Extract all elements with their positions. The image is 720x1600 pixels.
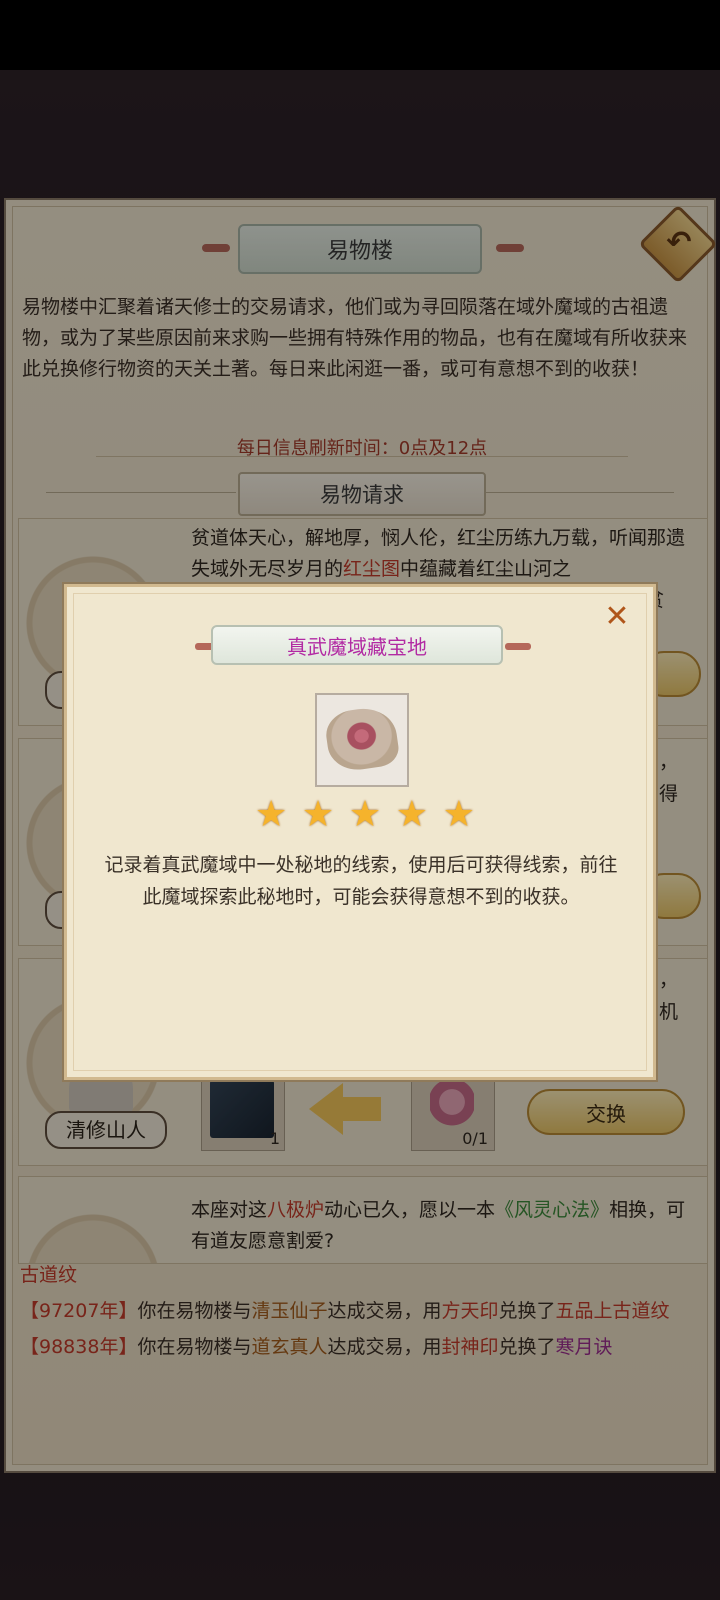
star-icon: ★ <box>395 794 429 835</box>
star-icon: ★ <box>348 794 382 835</box>
star-icon: ★ <box>301 794 335 835</box>
modal-title-pin-right <box>505 643 531 650</box>
modal-title: 真武魔域藏宝地 <box>211 625 503 665</box>
item-description: 记录着真武魔域中一处秘地的线索，使用后可获得线索，前往此魔域探索此秘地时，可能会… <box>104 854 618 908</box>
item-icon-frame <box>315 693 409 787</box>
item-detail-modal: ✕ 真武魔域藏宝地 ★ ★ ★ ★ ★ 记录着真武魔域中一处秘地的线索，使用后可… <box>64 584 656 1080</box>
close-icon[interactable]: ✕ <box>599 599 635 635</box>
treasure-map-icon <box>323 704 401 774</box>
star-icon: ★ <box>255 794 288 835</box>
star-icon: ★ <box>442 794 475 835</box>
star-rating: ★ ★ ★ ★ ★ <box>255 795 475 835</box>
